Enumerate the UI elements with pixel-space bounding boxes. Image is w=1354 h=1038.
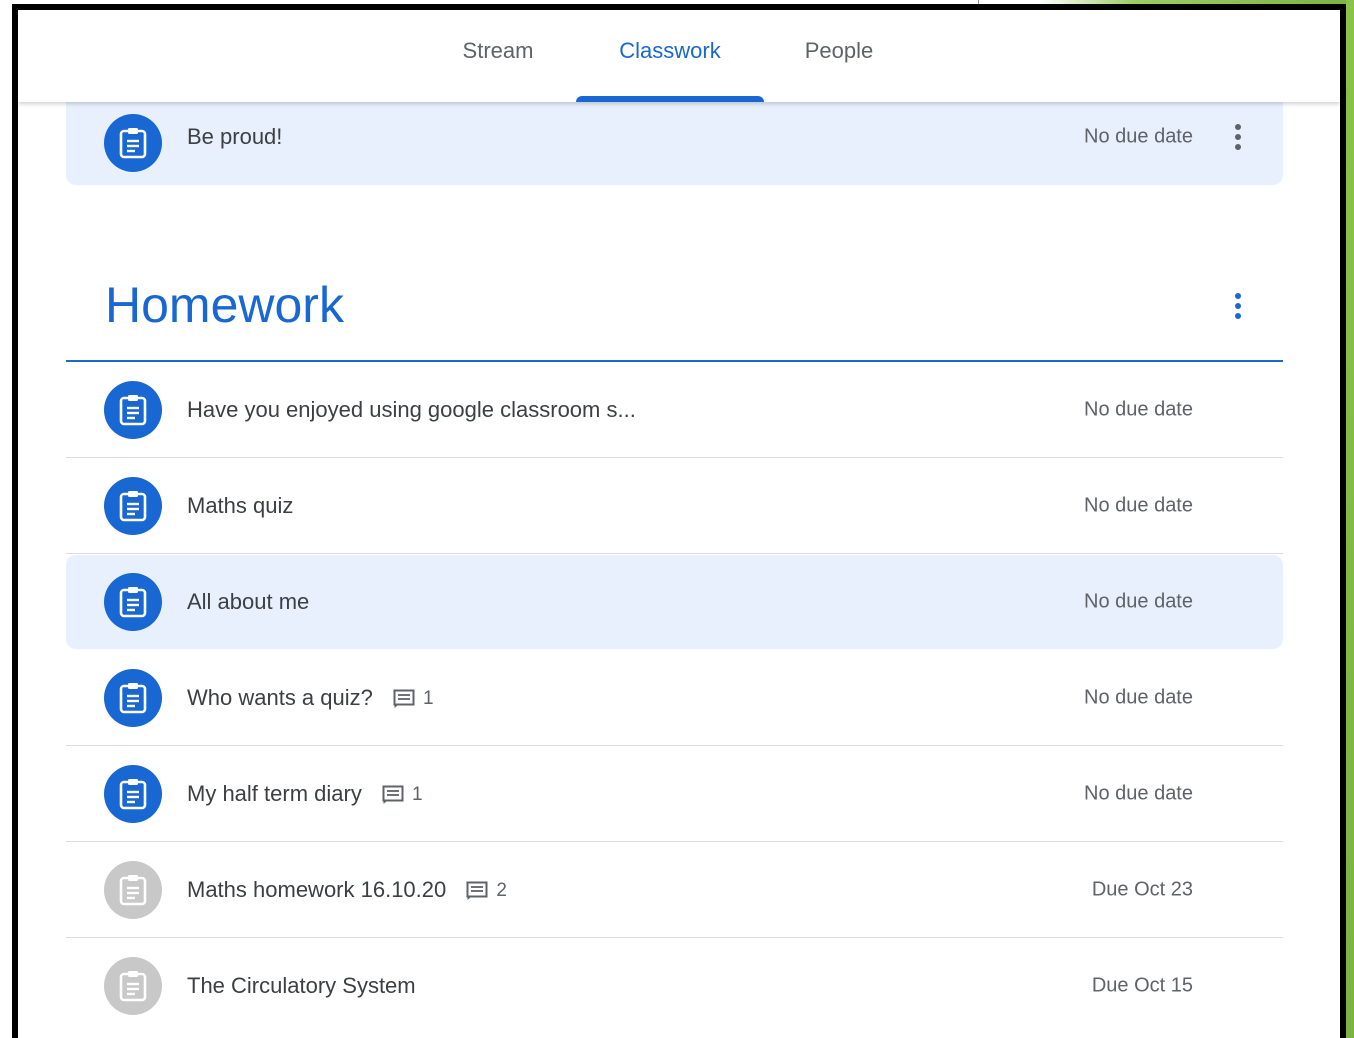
comment-count: 1 [393, 688, 434, 710]
tab-classwork-label: Classwork [619, 38, 721, 63]
assignment-row[interactable]: All about me No due date [66, 555, 1283, 649]
comment-icon [466, 881, 488, 900]
due-date: Due Oct 15 [1091, 974, 1193, 996]
comment-count-value: 1 [423, 687, 434, 709]
due-date: No due date [1084, 125, 1193, 148]
due-date: No due date [1084, 494, 1193, 516]
assignment-title: Have you enjoyed using google classroom … [187, 396, 636, 422]
comment-count: 1 [382, 784, 423, 806]
due-date: No due date [1084, 590, 1193, 613]
assignment-icon [104, 380, 162, 439]
frame-border-left [12, 4, 18, 1038]
assignment-row[interactable]: The Circulatory System Due Oct 15 [66, 938, 1283, 1033]
tab-people[interactable]: People [792, 10, 886, 102]
assignment-title: My half term diary 1 [187, 781, 423, 807]
assignment-title-text: My half term diary [187, 780, 362, 806]
tab-stream-label: Stream [462, 38, 534, 63]
assignment-title: Maths quiz [187, 492, 294, 518]
assignment-title: The Circulatory System [187, 972, 416, 998]
frame-border-right [1340, 4, 1346, 1038]
more-options-icon[interactable] [1226, 122, 1250, 152]
classroom-tab-bar: Stream Classwork People [18, 10, 1340, 102]
due-date: No due date [1084, 398, 1193, 420]
assignment-row[interactable]: Who wants a quiz? 1 No due date [66, 650, 1283, 746]
topic-more-options-icon[interactable] [1226, 291, 1250, 321]
topic-title: Homework [105, 277, 344, 333]
assignment-icon [104, 764, 162, 823]
tab-people-label: People [804, 38, 874, 63]
due-date: No due date [1084, 686, 1193, 708]
assignment-row[interactable]: Have you enjoyed using google classroom … [66, 362, 1283, 458]
due-date: Due Oct 23 [1091, 878, 1193, 900]
assignment-title: All about me [187, 589, 310, 614]
assignment-row[interactable]: My half term diary 1 No due date [66, 746, 1283, 842]
assignment-title: Maths homework 16.10.20 2 [187, 877, 507, 903]
assignment-icon [104, 860, 162, 919]
assignment-title-text: Maths homework 16.10.20 [187, 876, 447, 902]
assignment-title: Who wants a quiz? 1 [187, 685, 434, 711]
comment-count-value: 1 [411, 783, 423, 805]
comment-icon [382, 785, 404, 804]
assignment-title: Be proud! [187, 124, 283, 149]
tab-stream[interactable]: Stream [448, 10, 548, 102]
comment-icon [393, 689, 415, 708]
comment-count-value: 2 [496, 879, 507, 901]
assignment-icon [104, 113, 162, 172]
active-tab-indicator [576, 96, 764, 102]
comment-count: 2 [466, 880, 507, 902]
due-date: No due date [1084, 782, 1193, 804]
assignment-title-text: Who wants a quiz? [187, 684, 373, 710]
assignment-icon [104, 956, 162, 1015]
assignment-icon [104, 573, 162, 631]
assignment-row-be-proud[interactable]: Be proud! No due date [66, 90, 1283, 185]
assignment-row[interactable]: Maths homework 16.10.20 2 Due Oct 23 [66, 842, 1283, 938]
assignment-row[interactable]: Maths quiz No due date [66, 458, 1283, 554]
assignment-icon [104, 476, 162, 535]
decorative-green-edge [1346, 0, 1354, 1038]
assignment-icon [104, 668, 162, 727]
tab-classwork[interactable]: Classwork [576, 10, 764, 102]
